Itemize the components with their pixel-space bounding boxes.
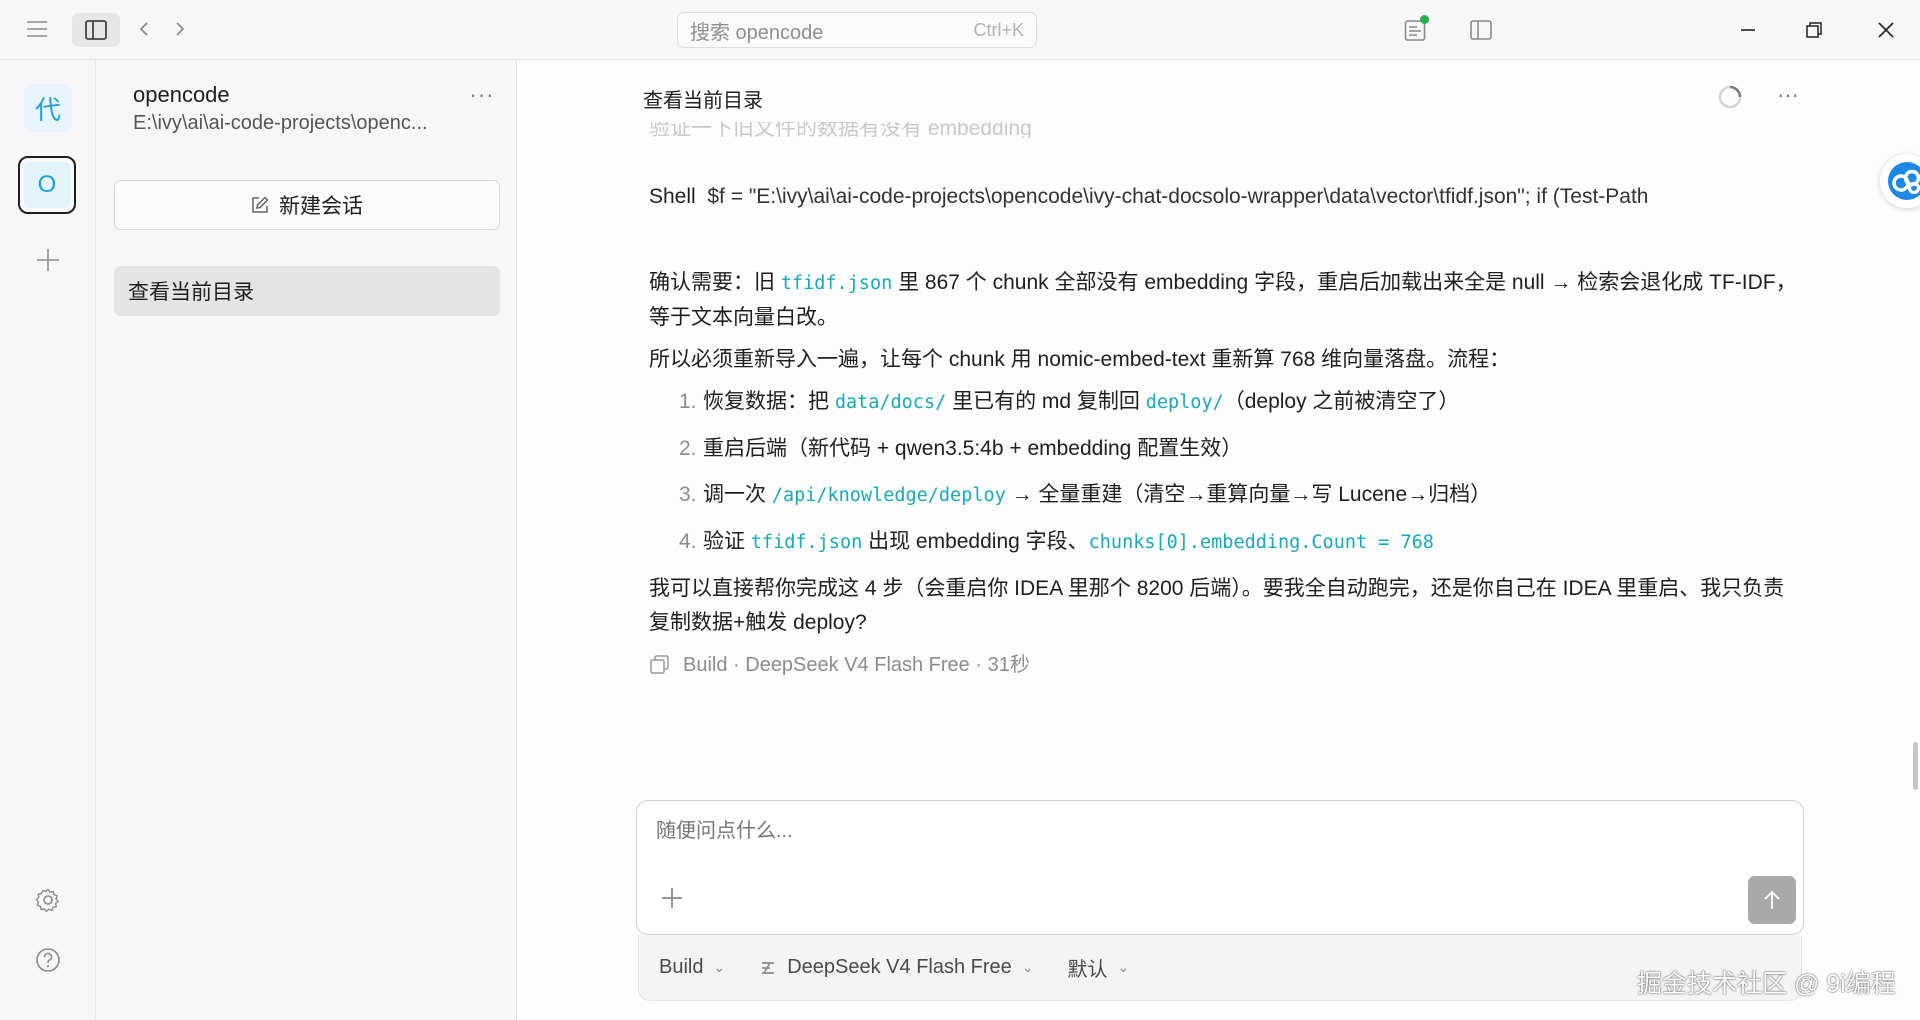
project-avatar-dai[interactable]: 代 bbox=[24, 84, 72, 132]
session-item[interactable]: 查看当前目录 bbox=[114, 266, 500, 316]
composer-toolbar: Build ⌄ DeepSeek V4 Flash Free ⌄ 默认 ⌄ bbox=[638, 935, 1802, 1001]
text-span: （deploy 之前被清空了） bbox=[1223, 390, 1460, 413]
inline-code: chunks[0].embedding.Count = 768 bbox=[1088, 532, 1434, 553]
title-bar: 搜索 opencode Ctrl+K bbox=[0, 0, 1920, 60]
text-span: 验证 bbox=[703, 530, 751, 553]
chevron-down-icon: ⌄ bbox=[1021, 959, 1034, 975]
text-span: 里已有的 md 复制回 bbox=[946, 390, 1146, 413]
arrow-up-icon bbox=[1764, 890, 1780, 909]
restore-button[interactable] bbox=[1796, 14, 1832, 46]
message-paragraph: 所以必须重新导入一遍，让每个 chunk 用 nomic-embed-text … bbox=[649, 348, 1511, 371]
agent-label: Build bbox=[659, 956, 704, 978]
send-button[interactable] bbox=[1748, 876, 1796, 924]
project-initial: O bbox=[24, 162, 70, 208]
message-paragraph: 我可以直接帮你完成这 4 步（会重启你 IDEA 里那个 8200 后端）。要我… bbox=[649, 577, 1785, 634]
floating-assistant-icon[interactable] bbox=[1880, 154, 1920, 208]
model-select[interactable]: DeepSeek V4 Flash Free ⌄ bbox=[759, 956, 1034, 979]
add-project-button[interactable] bbox=[30, 242, 66, 278]
text-span: 恢复数据：把 bbox=[703, 390, 835, 413]
step-number: 1. bbox=[679, 390, 697, 413]
chevron-down-icon: ⌄ bbox=[713, 959, 726, 975]
minimize-button[interactable] bbox=[1730, 14, 1766, 46]
message-meta: Build · DeepSeek V4 Flash Free · 31秒 bbox=[649, 648, 1804, 682]
menu-icon[interactable] bbox=[22, 14, 52, 44]
shell-label: Shell bbox=[649, 185, 696, 208]
back-arrow-icon[interactable] bbox=[132, 14, 156, 44]
help-button[interactable] bbox=[30, 942, 66, 978]
search-input[interactable]: 搜索 opencode Ctrl+K bbox=[677, 12, 1037, 48]
attach-button[interactable] bbox=[657, 883, 687, 913]
new-session-label: 新建会话 bbox=[279, 195, 363, 218]
session-sidebar: opencode E:\ivy\ai\ai-code-projects\open… bbox=[96, 60, 517, 1020]
text-span: → 全量重建（清空→重算向量→写 Lucene→归档） bbox=[1005, 483, 1492, 506]
steps-list: 1. 恢复数据：把 data/docs/ 里已有的 md 复制回 deploy/（… bbox=[649, 385, 1804, 560]
shell-command: $f = "E:\ivy\ai\ai-code-projects\opencod… bbox=[707, 185, 1649, 208]
chat-main: 查看当前目录 ··· 验证一下旧文件的数据有没有 embedding Shell… bbox=[517, 60, 1920, 1020]
help-icon bbox=[36, 948, 60, 972]
variant-select[interactable]: 默认 ⌄ bbox=[1068, 953, 1130, 982]
variant-label: 默认 bbox=[1067, 959, 1108, 981]
edit-icon bbox=[252, 196, 269, 213]
step-number: 3. bbox=[679, 483, 697, 506]
scrolled-text-fragment: 验证一下旧文件的数据有没有 embedding bbox=[649, 122, 1032, 138]
search-shortcut-hint: Ctrl+K bbox=[973, 19, 1024, 40]
message-meta-text: Build · DeepSeek V4 Flash Free · 31秒 bbox=[683, 654, 1030, 676]
loading-spinner-icon bbox=[1717, 84, 1743, 110]
text-span: 确认需要：旧 bbox=[649, 271, 781, 294]
project-more-icon[interactable]: ··· bbox=[464, 80, 500, 110]
step-number: 2. bbox=[679, 437, 697, 460]
online-status-dot bbox=[1420, 15, 1429, 24]
list-item: 4. 验证 tfidf.json 出现 embedding 字段、chunks[0… bbox=[679, 525, 1804, 560]
project-path: E:\ivy\ai\ai-code-projects\openc... bbox=[133, 112, 428, 134]
inline-code: deploy/ bbox=[1145, 392, 1224, 413]
sidebar-toggle-button[interactable] bbox=[72, 13, 120, 47]
text-span: 重启后端（新代码 + qwen3.5:4b + embedding 配置生效） bbox=[703, 437, 1243, 460]
inline-code: tfidf.json bbox=[780, 273, 893, 294]
list-item: 1. 恢复数据：把 data/docs/ 里已有的 md 复制回 deploy/（… bbox=[679, 385, 1804, 420]
copy-icon[interactable] bbox=[649, 654, 671, 676]
prompt-composer bbox=[636, 800, 1804, 935]
text-span: 调一次 bbox=[703, 483, 772, 506]
list-item: 3. 调一次 /api/knowledge/deploy → 全量重建（清空→重算… bbox=[679, 478, 1804, 513]
new-session-button[interactable]: 新建会话 bbox=[114, 180, 500, 230]
inline-code: /api/knowledge/deploy bbox=[771, 485, 1006, 506]
step-number: 4. bbox=[679, 530, 697, 553]
list-item: 2. 重启后端（新代码 + qwen3.5:4b + embedding 配置生效… bbox=[679, 432, 1804, 466]
prompt-input[interactable] bbox=[654, 819, 1558, 844]
session-title: 查看当前目录 bbox=[128, 281, 254, 304]
close-window-button[interactable] bbox=[1868, 14, 1904, 46]
search-placeholder: 搜索 opencode bbox=[690, 21, 824, 44]
scrollbar-thumb[interactable] bbox=[1913, 742, 1918, 790]
gear-icon bbox=[35, 888, 60, 913]
model-provider-icon bbox=[762, 961, 775, 974]
project-name: opencode bbox=[133, 82, 230, 107]
chat-more-icon[interactable]: ··· bbox=[1771, 78, 1805, 112]
inline-code: tfidf.json bbox=[750, 532, 863, 553]
project-rail: 代 O bbox=[0, 60, 96, 1020]
right-panel-toggle-button[interactable] bbox=[1465, 14, 1497, 46]
message-paragraph: 确认需要：旧 tfidf.json 里 867 个 chunk 全部没有 emb… bbox=[649, 266, 1804, 335]
plus-icon bbox=[37, 249, 59, 271]
model-label: DeepSeek V4 Flash Free bbox=[787, 956, 1012, 978]
inline-code: data/docs/ bbox=[834, 392, 947, 413]
settings-button[interactable] bbox=[30, 882, 66, 918]
text-span: 出现 embedding 字段、 bbox=[862, 530, 1089, 553]
watermark: 掘金技术社区 @ 9i编程 bbox=[1637, 970, 1896, 998]
shell-tool-call[interactable]: Shell $f = "E:\ivy\ai\ai-code-projects\o… bbox=[649, 180, 1804, 214]
project-avatar-opencode[interactable]: O bbox=[18, 156, 76, 214]
plus-icon bbox=[662, 888, 682, 908]
chat-title: 查看当前目录 bbox=[643, 90, 763, 112]
status-button[interactable] bbox=[1399, 14, 1431, 46]
agent-select[interactable]: Build ⌄ bbox=[659, 956, 725, 979]
assistant-message: Shell $f = "E:\ivy\ai\ai-code-projects\o… bbox=[649, 180, 1804, 682]
chevron-down-icon: ⌄ bbox=[1117, 959, 1130, 975]
forward-arrow-icon[interactable] bbox=[168, 14, 192, 44]
